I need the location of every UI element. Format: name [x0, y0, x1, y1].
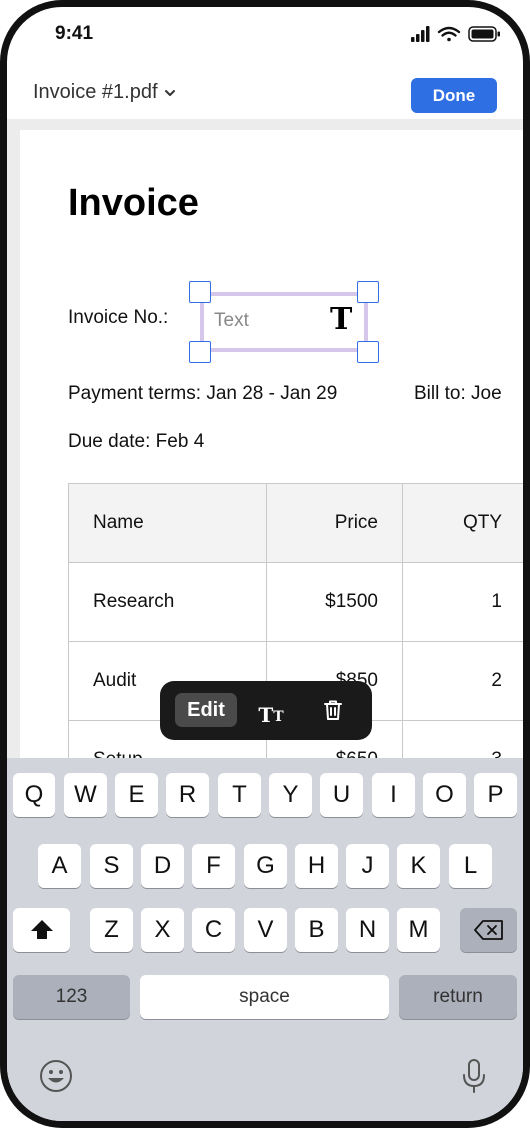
numbers-key[interactable]: 123: [13, 975, 130, 1019]
key-v[interactable]: V: [244, 908, 287, 952]
document-page: Invoice Invoice No.: Text T Payment term…: [20, 130, 523, 765]
backspace-icon: [473, 920, 503, 940]
key-m[interactable]: M: [397, 908, 440, 952]
keyboard: Q W E R T Y U I O P A S D F G H J K L Z …: [7, 758, 523, 1121]
key-p[interactable]: P: [474, 773, 517, 817]
key-f[interactable]: F: [192, 844, 235, 888]
invoice-heading: Invoice: [68, 182, 199, 224]
key-k[interactable]: K: [397, 844, 440, 888]
shift-key[interactable]: [13, 908, 70, 952]
trash-icon[interactable]: [318, 695, 348, 725]
table-row: Research $1500 1: [68, 562, 523, 642]
table-header-row: Name Price QTY: [68, 483, 523, 563]
microphone-icon[interactable]: [461, 1058, 487, 1096]
key-r[interactable]: R: [166, 773, 209, 817]
key-d[interactable]: D: [141, 844, 184, 888]
key-y[interactable]: Y: [269, 773, 312, 817]
emoji-icon[interactable]: [38, 1058, 74, 1094]
key-i[interactable]: I: [372, 773, 415, 817]
key-u[interactable]: U: [320, 773, 363, 817]
key-t[interactable]: T: [218, 773, 261, 817]
return-key[interactable]: return: [399, 975, 517, 1019]
resize-handle-bottom-right[interactable]: [357, 341, 379, 363]
cell-price: $1500: [266, 562, 403, 642]
key-c[interactable]: C: [192, 908, 235, 952]
status-time: 9:41: [55, 23, 94, 44]
edit-button[interactable]: Edit: [175, 693, 237, 727]
key-h[interactable]: H: [295, 844, 338, 888]
invoice-no-label: Invoice No.:: [68, 307, 169, 328]
chevron-down-icon: [164, 89, 175, 96]
shift-arrow-icon: [30, 920, 53, 939]
battery-icon: [468, 26, 500, 42]
text-size-icon[interactable]: TT: [256, 696, 286, 726]
resize-handle-bottom-left[interactable]: [189, 341, 211, 363]
column-header-name: Name: [68, 483, 267, 563]
resize-handle-top-right[interactable]: [357, 281, 379, 303]
signal-icon: [411, 26, 430, 42]
nav-bar: Invoice #1.pdf Done: [7, 61, 523, 119]
payment-terms: Payment terms: Jan 28 - Jan 29: [68, 383, 338, 404]
key-q[interactable]: Q: [13, 773, 55, 817]
bill-to: Bill to: Joe: [414, 383, 502, 404]
key-x[interactable]: X: [141, 908, 184, 952]
key-g[interactable]: G: [244, 844, 287, 888]
key-a[interactable]: A: [38, 844, 81, 888]
text-annotation-box[interactable]: Text T: [200, 292, 368, 352]
key-s[interactable]: S: [90, 844, 133, 888]
cell-name: Research: [68, 562, 267, 642]
key-e[interactable]: E: [115, 773, 158, 817]
status-icons: [411, 26, 500, 42]
due-date: Due date: Feb 4: [68, 431, 205, 452]
document-viewer: Invoice Invoice No.: Text T Payment term…: [7, 119, 523, 765]
key-j[interactable]: J: [346, 844, 389, 888]
key-l[interactable]: L: [449, 844, 492, 888]
key-n[interactable]: N: [346, 908, 389, 952]
cell-qty: 2: [402, 641, 523, 721]
status-bar: 9:41: [7, 7, 523, 61]
backspace-key[interactable]: [460, 908, 517, 952]
key-w[interactable]: W: [64, 773, 107, 817]
space-key[interactable]: space: [140, 975, 389, 1019]
column-header-price: Price: [266, 483, 403, 563]
screen: 9:41 Invoice #1.pdf Done Invoice Invoice…: [7, 7, 523, 1121]
text-field-placeholder: Text: [214, 310, 249, 331]
phone-frame: 9:41 Invoice #1.pdf Done Invoice Invoice…: [0, 0, 530, 1128]
cell-qty: 1: [402, 562, 523, 642]
text-tool-icon: T: [330, 302, 353, 337]
key-z[interactable]: Z: [90, 908, 133, 952]
key-b[interactable]: B: [295, 908, 338, 952]
key-o[interactable]: O: [423, 773, 466, 817]
done-button[interactable]: Done: [411, 78, 497, 113]
resize-handle-top-left[interactable]: [189, 281, 211, 303]
column-header-qty: QTY: [402, 483, 523, 563]
document-title: Invoice #1.pdf: [33, 81, 158, 103]
wifi-icon: [437, 26, 461, 42]
document-title-menu[interactable]: Invoice #1.pdf: [33, 81, 176, 104]
format-toolbar: Edit TT: [160, 681, 372, 740]
